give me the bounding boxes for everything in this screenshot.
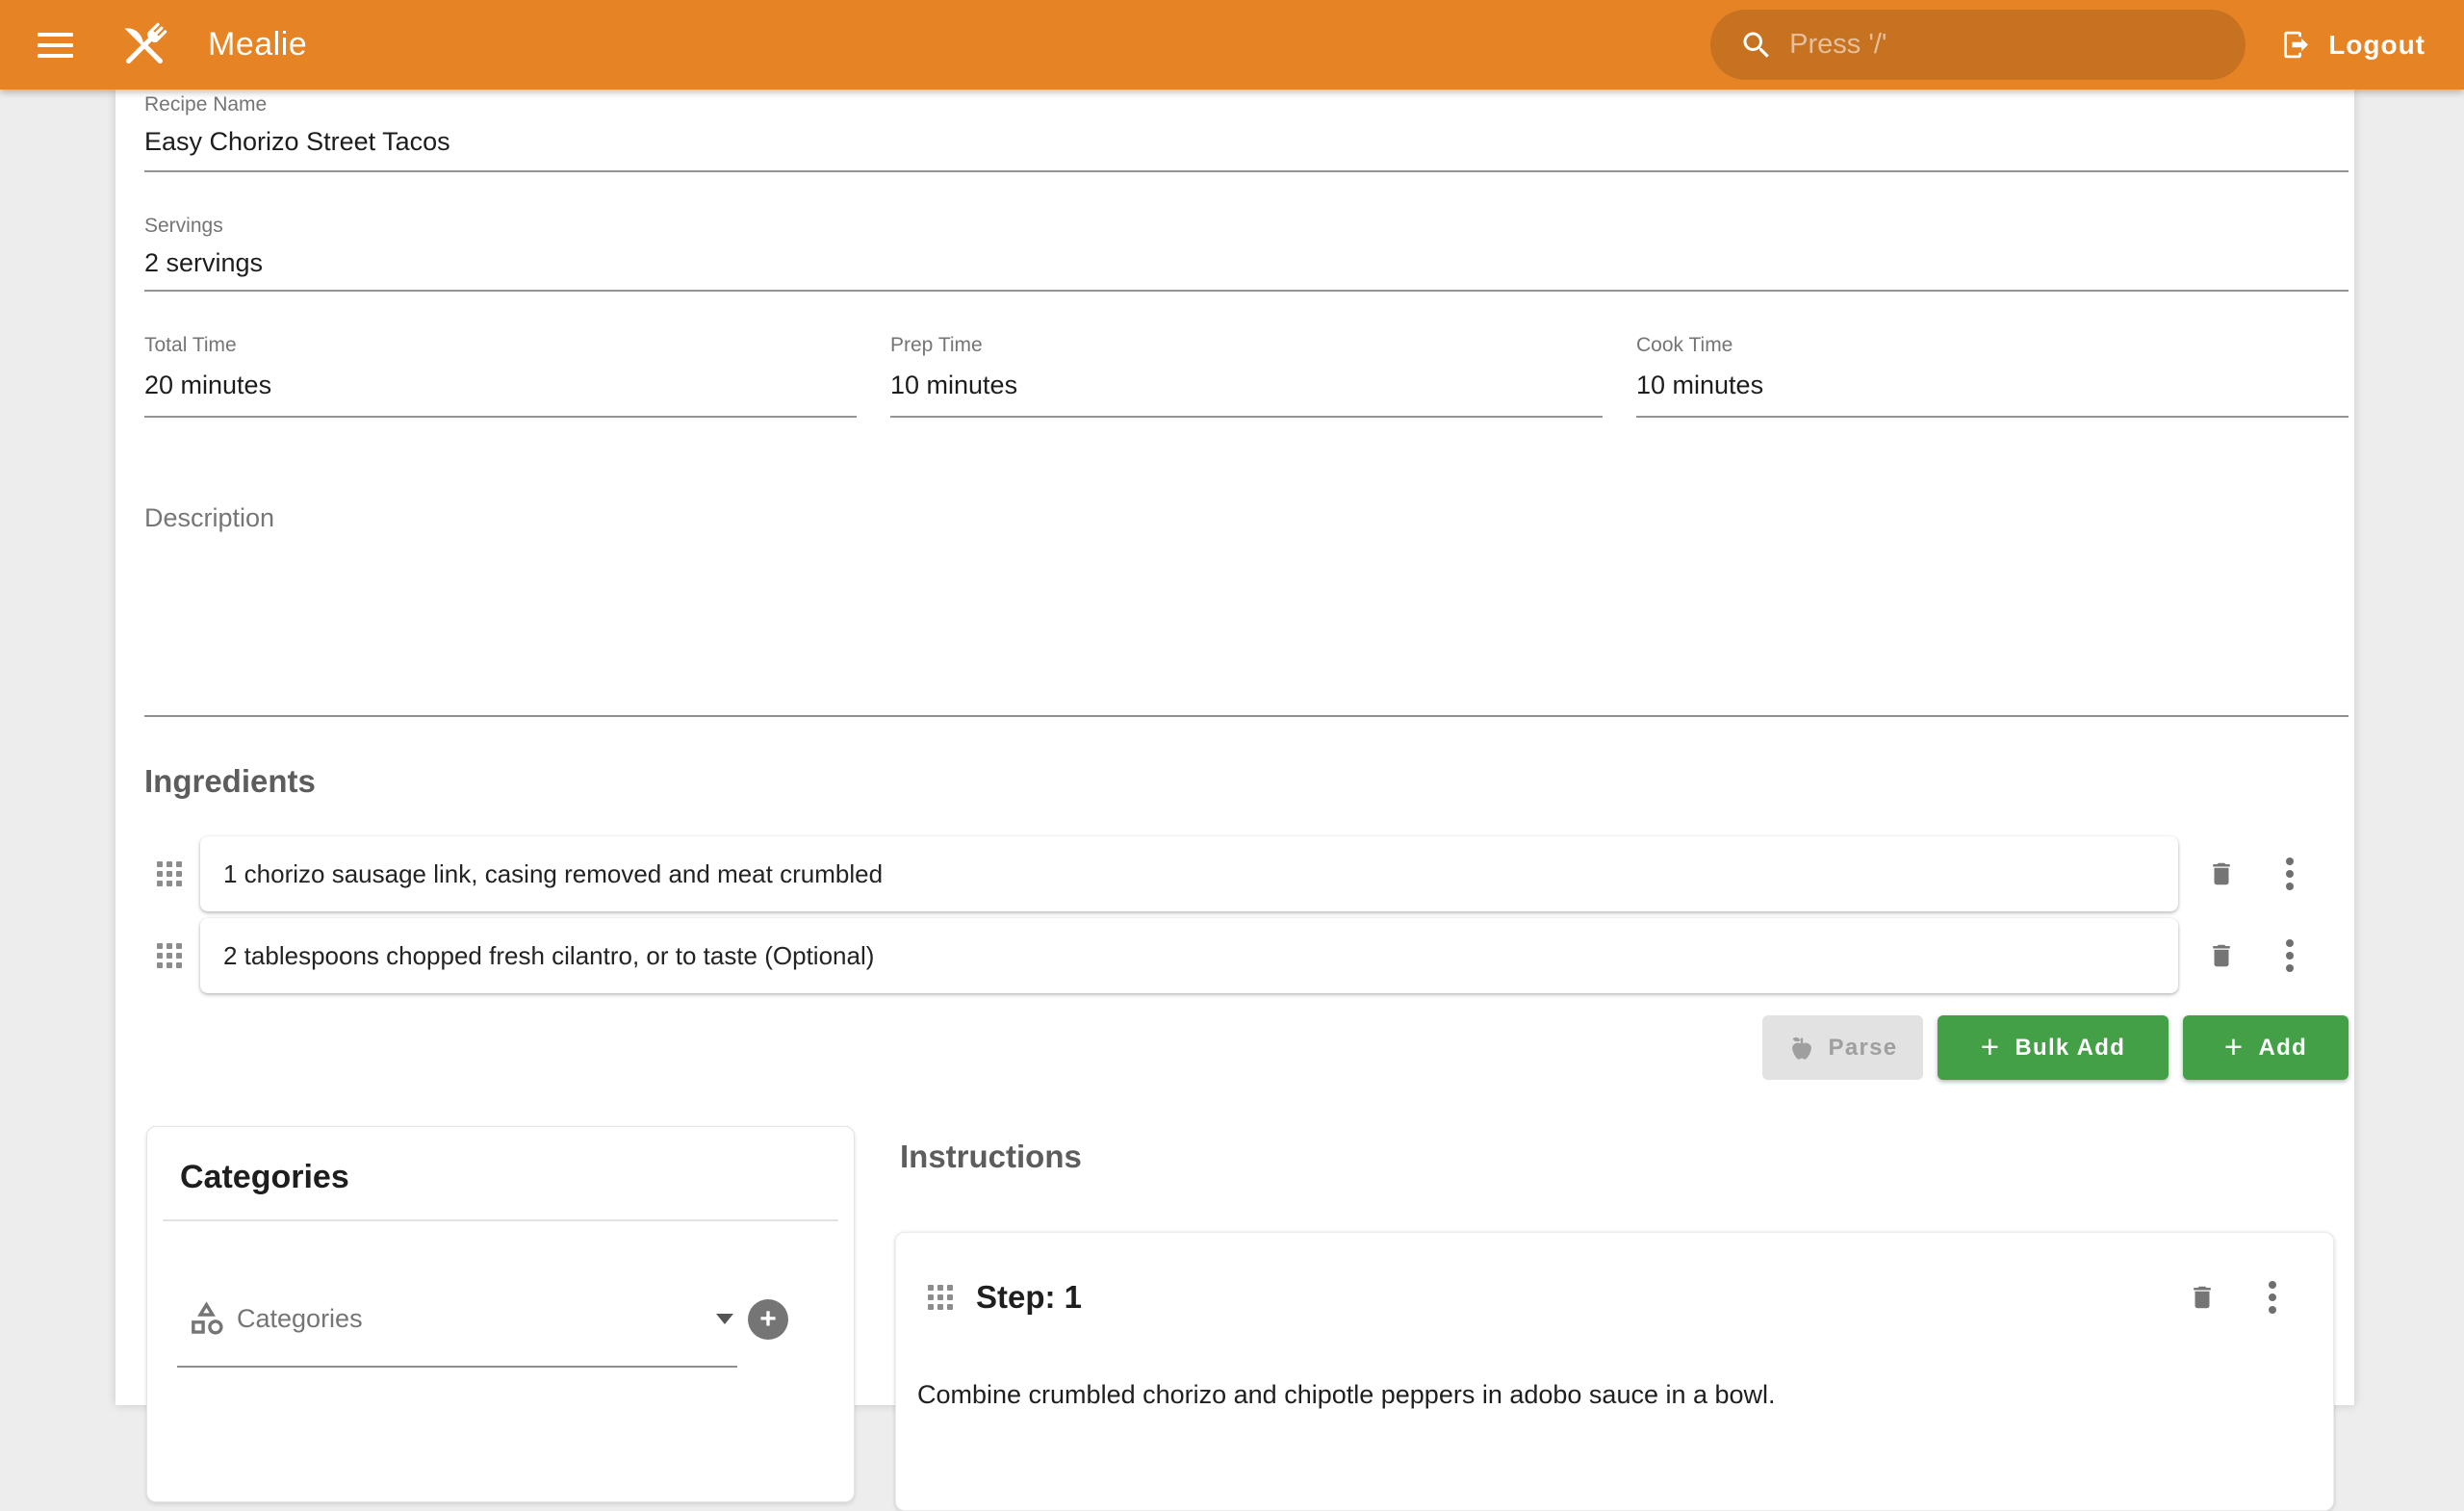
ingredient-text: 2 tablespoons chopped fresh cilantro, or…: [223, 941, 874, 971]
instruction-step-card: Step: 1 Combine crumbled chorizo and chi…: [895, 1232, 2334, 1511]
add-label: Add: [2259, 1035, 2308, 1062]
app-title: Mealie: [208, 26, 307, 64]
step-text-input[interactable]: Combine crumbled chorizo and chipotle pe…: [917, 1375, 2303, 1415]
drag-handle-icon[interactable]: [157, 861, 182, 886]
description-label: Description: [144, 503, 2348, 533]
plus-icon: +: [1981, 1031, 2001, 1063]
total-time-input[interactable]: [144, 371, 857, 400]
categories-select[interactable]: Categories: [237, 1304, 363, 1334]
bulk-add-button[interactable]: + Bulk Add: [1938, 1015, 2169, 1080]
logout-button[interactable]: Logout: [2280, 29, 2426, 61]
chevron-down-icon[interactable]: [716, 1314, 733, 1324]
step-menu-button[interactable]: [2255, 1276, 2290, 1319]
description-field[interactable]: Description: [144, 503, 2348, 717]
servings-label: Servings: [144, 215, 2348, 238]
total-time-label: Total Time: [144, 334, 857, 357]
field-underline: [144, 290, 2348, 292]
field-underline: [177, 1366, 737, 1368]
categories-card: Categories Categories +: [146, 1126, 855, 1502]
recipe-name-label: Recipe Name: [144, 93, 2348, 116]
mealie-logo-icon: [116, 15, 173, 75]
menu-icon[interactable]: [38, 33, 73, 58]
field-underline: [144, 715, 2348, 717]
ingredient-row: 1 chorizo sausage link, casing removed a…: [144, 836, 2348, 911]
delete-ingredient-button[interactable]: [2200, 853, 2243, 895]
ingredients-heading: Ingredients: [144, 763, 316, 800]
ingredient-row: 2 tablespoons chopped fresh cilantro, or…: [144, 918, 2348, 993]
apple-icon: [1788, 1035, 1815, 1062]
prep-time-field: Prep Time: [890, 334, 1603, 418]
shapes-icon: [187, 1298, 226, 1338]
total-time-field: Total Time: [144, 334, 857, 418]
search-box[interactable]: [1710, 10, 2246, 80]
instructions-heading: Instructions: [900, 1139, 1082, 1175]
delete-step-button[interactable]: [2181, 1276, 2223, 1319]
categories-title: Categories: [180, 1159, 349, 1196]
ingredient-menu-button[interactable]: [2271, 853, 2309, 895]
ingredient-actions: Parse + Bulk Add + Add: [144, 1015, 2348, 1080]
field-underline: [890, 416, 1603, 418]
recipe-name-field: Recipe Name: [144, 93, 2348, 170]
cook-time-input[interactable]: [1636, 371, 2348, 400]
ingredient-menu-button[interactable]: [2271, 935, 2309, 977]
add-category-button[interactable]: +: [748, 1299, 788, 1340]
plus-icon: +: [2224, 1031, 2245, 1063]
delete-ingredient-button[interactable]: [2200, 935, 2243, 977]
kebab-icon: [2269, 1281, 2276, 1314]
logout-icon: [2280, 29, 2312, 61]
trash-icon: [2207, 941, 2236, 970]
logout-label: Logout: [2328, 30, 2426, 61]
parse-label: Parse: [1829, 1035, 1898, 1062]
kebab-icon: [2286, 858, 2294, 890]
field-underline: [144, 170, 2348, 172]
parse-button[interactable]: Parse: [1762, 1015, 1923, 1080]
field-underline: [144, 416, 857, 418]
search-input[interactable]: [1789, 29, 2222, 61]
field-underline: [1636, 416, 2348, 418]
bulk-add-label: Bulk Add: [2015, 1035, 2125, 1062]
step-title: Step: 1: [976, 1279, 1082, 1316]
servings-input[interactable]: [144, 248, 2348, 278]
ingredient-input[interactable]: 1 chorizo sausage link, casing removed a…: [200, 836, 2178, 911]
prep-time-input[interactable]: [890, 371, 1603, 400]
servings-field: Servings: [144, 215, 2348, 292]
cook-time-label: Cook Time: [1636, 334, 2348, 357]
app-bar: Mealie Logout: [0, 0, 2464, 90]
ingredient-input[interactable]: 2 tablespoons chopped fresh cilantro, or…: [200, 918, 2178, 993]
drag-handle-icon[interactable]: [157, 943, 182, 968]
drag-handle-icon[interactable]: [928, 1285, 953, 1310]
cook-time-field: Cook Time: [1636, 334, 2348, 418]
divider: [163, 1219, 838, 1221]
plus-icon: +: [759, 1303, 777, 1335]
trash-icon: [2207, 859, 2236, 888]
recipe-name-input[interactable]: [144, 127, 2348, 157]
ingredient-text: 1 chorizo sausage link, casing removed a…: [223, 859, 883, 889]
kebab-icon: [2286, 939, 2294, 972]
trash-icon: [2188, 1283, 2217, 1312]
search-icon: [1739, 28, 1774, 63]
add-ingredient-button[interactable]: + Add: [2183, 1015, 2348, 1080]
prep-time-label: Prep Time: [890, 334, 1603, 357]
recipe-editor-sheet: Recipe Name Servings Total Time Prep Tim…: [116, 90, 2354, 1405]
